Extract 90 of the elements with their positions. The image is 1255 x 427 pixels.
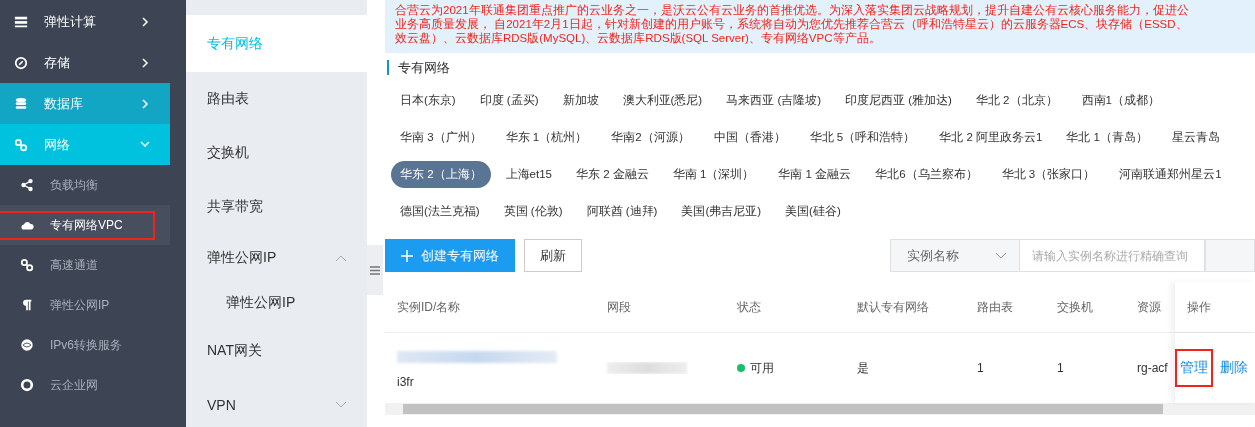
column-header: 操作 bbox=[1175, 282, 1255, 332]
region-tab[interactable]: 星云青岛 bbox=[1162, 124, 1229, 151]
column-header: 实例ID/名称 bbox=[396, 298, 462, 316]
subnav-item[interactable]: VPN bbox=[186, 378, 367, 427]
region-tab[interactable]: 印度 (孟买) bbox=[470, 87, 548, 114]
table-cell-text: 是 bbox=[856, 359, 870, 377]
section-title: 专有网络 bbox=[387, 60, 450, 75]
column-header: 网段 bbox=[606, 298, 632, 316]
region-tab[interactable]: 河南联通郑州星云1 bbox=[1110, 161, 1231, 188]
subnav-item[interactable]: 弹性公网IP bbox=[186, 282, 367, 324]
region-tab[interactable]: 华南 1（深圳） bbox=[663, 161, 764, 188]
table-cell: i3fr bbox=[397, 375, 414, 389]
region-tab[interactable]: 华北 2 阿里政务云1 bbox=[930, 124, 1052, 151]
region-tab[interactable]: 美国(硅谷) bbox=[776, 198, 850, 225]
column-header: 资源 bbox=[1136, 298, 1162, 316]
highlight-box: 专有网络VPC bbox=[0, 210, 155, 240]
collapse-handle[interactable] bbox=[367, 245, 383, 295]
chevron-icon bbox=[995, 251, 1007, 260]
region-tab[interactable]: 华北6（乌兰察布） bbox=[866, 161, 987, 188]
search-field[interactable]: 请输入实例名称进行精确查询 bbox=[1020, 239, 1205, 272]
action-link[interactable]: 管理 bbox=[1175, 349, 1213, 387]
region-tab[interactable]: 中国（香港） bbox=[704, 124, 795, 151]
nav-subitem[interactable]: 专有网络VPC bbox=[0, 205, 170, 245]
chevron-icon bbox=[335, 254, 347, 262]
status-dot bbox=[737, 364, 745, 372]
region-tab[interactable]: 华东 2（上海） bbox=[391, 161, 491, 188]
plus-icon bbox=[401, 249, 413, 262]
action-link[interactable]: 删除 bbox=[1217, 351, 1251, 385]
search-button[interactable] bbox=[1205, 239, 1255, 272]
table-cell-text: 1 bbox=[976, 361, 985, 375]
table-cell-text: rg-acf bbox=[1136, 361, 1169, 375]
chevron-icon bbox=[140, 98, 150, 109]
notice-text: 业务高质量发展， 自2021年2月1日起，针对新创建的用户账号，系统将自动为您优先推荐合营云（呼和浩特星云）的云服务器ECS、块存储（ESSD、 bbox=[395, 17, 1189, 31]
notice-text: 合营云为2021年联通集团重点推广的云业务之一，是沃云公有云业务的首推优选。为深入落实集团云战略规划，提升自建公有云核心服务能力，促进公 bbox=[395, 3, 1190, 17]
column-header: 默认专有网络 bbox=[856, 298, 930, 316]
region-tab[interactable]: 华东 2 金融云 bbox=[567, 161, 658, 188]
nav-subitem[interactable]: 高速通道 bbox=[0, 245, 170, 285]
database-icon bbox=[14, 96, 28, 111]
region-tab[interactable]: 华南2（河源） bbox=[602, 124, 699, 151]
subnav-item[interactable]: 路由表 bbox=[186, 72, 367, 126]
region-tab[interactable]: 德国(法兰克福) bbox=[391, 198, 489, 225]
subnav-item[interactable]: 交换机 bbox=[186, 126, 367, 180]
server-icon bbox=[14, 14, 28, 29]
nav-subitem[interactable]: 云企业网 bbox=[0, 365, 170, 405]
menu-icon bbox=[370, 265, 380, 275]
notice-text: 效云盘）、云数据库RDS版(MySQL)、云数据库RDS版(SQL Server)、专有网络VPC等产品。 bbox=[395, 31, 882, 45]
pilcrow-icon bbox=[20, 298, 34, 312]
link-icon bbox=[20, 258, 34, 272]
column-header: 状态 bbox=[736, 298, 762, 316]
chevron-icon bbox=[140, 16, 150, 27]
region-tab[interactable]: 澳大利亚(悉尼) bbox=[613, 87, 712, 114]
region-tab[interactable]: 华北 3（张家口） bbox=[992, 161, 1105, 188]
region-tab[interactable]: 日本(东京) bbox=[391, 87, 465, 114]
nav-item[interactable]: 存储 bbox=[0, 42, 170, 83]
region-tab[interactable]: 华南 3（广州） bbox=[391, 124, 491, 151]
region-tab[interactable]: 印度尼西亚 (雅加达) bbox=[836, 87, 961, 114]
nav-subitem[interactable]: 弹性公网IP bbox=[0, 285, 170, 325]
scrollbar[interactable] bbox=[385, 403, 1255, 415]
eye-icon bbox=[20, 338, 34, 352]
refresh-button[interactable]: 刷新 bbox=[524, 239, 582, 272]
status-text: 可用 bbox=[750, 359, 774, 377]
chevron-icon bbox=[140, 139, 150, 150]
region-tab[interactable]: 上海et15 bbox=[496, 161, 561, 188]
nav-item[interactable]: 弹性计算 bbox=[0, 1, 170, 42]
link-icon bbox=[14, 137, 28, 152]
subnav-item[interactable]: 弹性公网IP bbox=[186, 234, 367, 282]
nav-subitem[interactable]: 负载均衡 bbox=[0, 165, 170, 205]
filter-dropdown[interactable]: 实例名称 bbox=[890, 239, 1020, 272]
ring-icon bbox=[20, 378, 34, 392]
region-tab[interactable]: 阿联酋 (迪拜) bbox=[577, 198, 667, 225]
region-tab[interactable]: 华北 2（北京） bbox=[966, 87, 1067, 114]
region-tab[interactable]: 美国(弗吉尼亚) bbox=[672, 198, 771, 225]
disk-icon bbox=[14, 55, 28, 70]
subnav-item[interactable]: 共享带宽 bbox=[186, 180, 367, 234]
region-tab[interactable]: 华北 1（青岛） bbox=[1057, 124, 1157, 151]
region-tab[interactable]: 西南1（成都） bbox=[1072, 87, 1169, 114]
region-tab[interactable]: 英国 (伦敦) bbox=[494, 198, 572, 225]
share-icon bbox=[20, 178, 34, 192]
chevron-icon bbox=[140, 57, 150, 68]
region-tab[interactable]: 华南 1 金融云 bbox=[769, 161, 861, 188]
column-header: 路由表 bbox=[976, 298, 1014, 316]
subnav-item[interactable]: NAT网关 bbox=[186, 324, 367, 378]
table-cell-text: 1 bbox=[1056, 361, 1065, 375]
nav-subitem[interactable]: IPv6转换服务 bbox=[0, 325, 170, 365]
region-tab[interactable]: 华东 1（杭州） bbox=[496, 124, 597, 151]
region-tab[interactable]: 马来西亚 (吉隆坡) bbox=[717, 87, 831, 114]
column-header: 交换机 bbox=[1056, 298, 1094, 316]
region-tab[interactable]: 华北 5（呼和浩特） bbox=[800, 124, 925, 151]
chevron-icon bbox=[335, 401, 347, 409]
region-tab[interactable]: 新加坡 bbox=[553, 87, 608, 114]
